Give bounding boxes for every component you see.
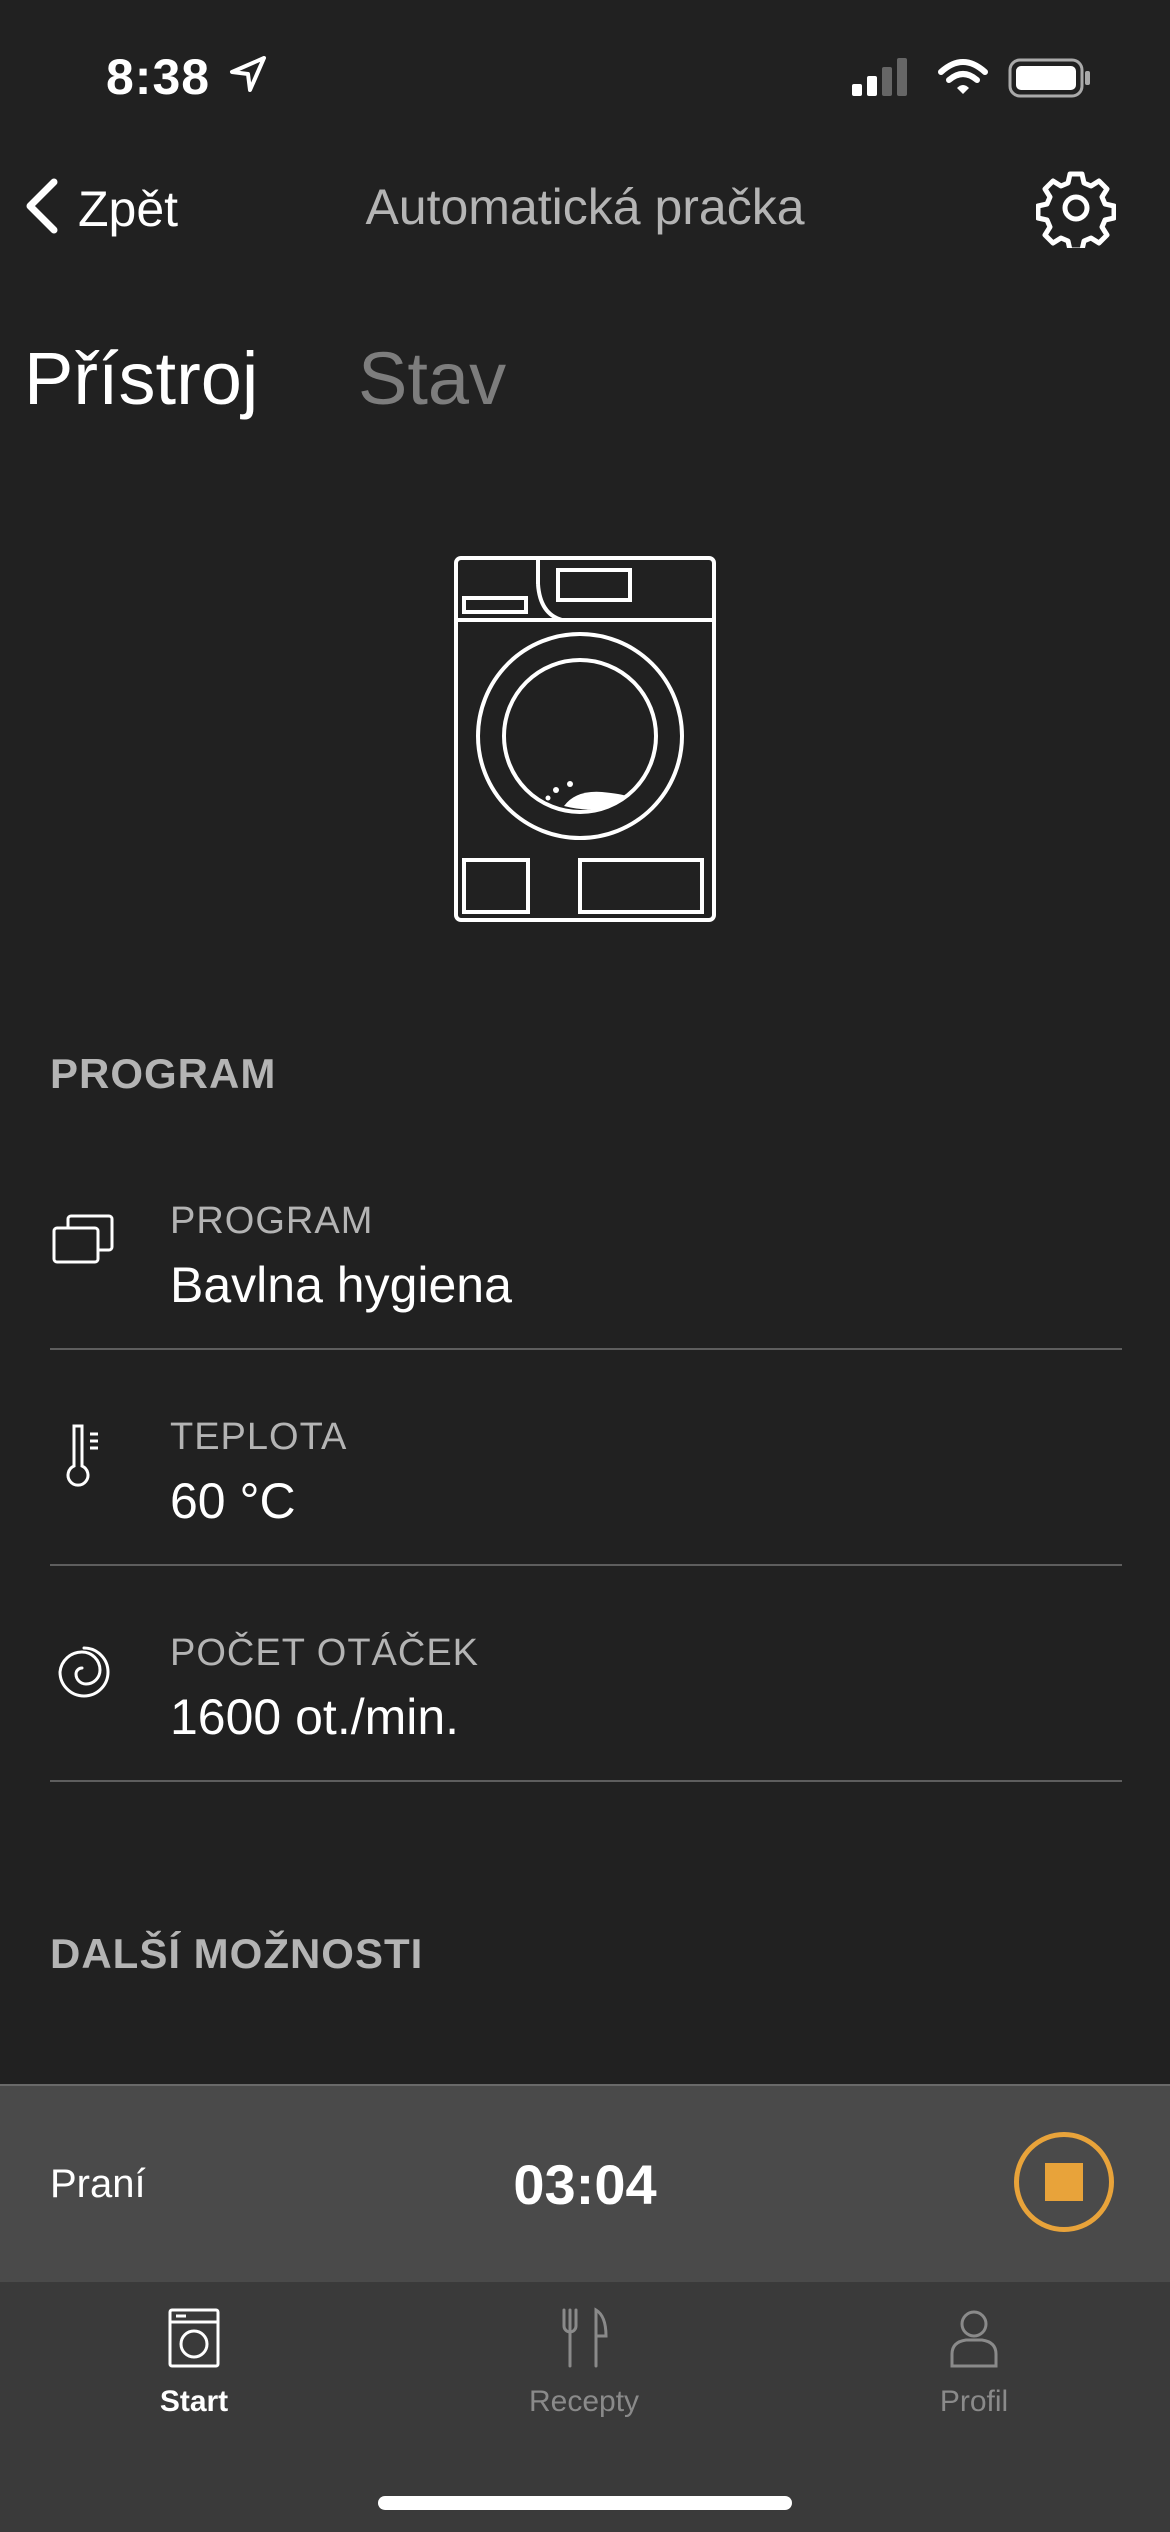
- running-program-bar: Praní 03:04: [0, 2084, 1170, 2284]
- battery-icon: [1008, 58, 1092, 103]
- row-value: 60 °C: [170, 1473, 296, 1529]
- spin-icon: [50, 1636, 120, 1706]
- wifi-icon: [937, 58, 989, 101]
- cutlery-icon: [464, 2306, 704, 2375]
- thermometer-icon: [50, 1420, 120, 1490]
- row-label: TEPLOTA: [170, 1416, 348, 1458]
- location-arrow-icon: [228, 54, 268, 99]
- row-value: 1600 ot./min.: [170, 1689, 460, 1745]
- section-title-program: PROGRAM: [50, 1050, 277, 1097]
- tabbar-label: Profil: [939, 2385, 1009, 2418]
- stop-button[interactable]: [1014, 2132, 1114, 2232]
- program-row[interactable]: PROGRAM Bavlna hygiena: [50, 1134, 1122, 1350]
- remaining-time: 03:04: [513, 2153, 657, 2216]
- bottom-tab-bar: Start Recepty Profil: [0, 2282, 1170, 2532]
- stop-icon: [1045, 2163, 1083, 2201]
- washer-icon: [74, 2306, 314, 2375]
- temperature-row[interactable]: TEPLOTA 60 °C: [50, 1350, 1122, 1566]
- spin-speed-row[interactable]: POČET OTÁČEK 1600 ot./min.: [50, 1566, 1122, 1782]
- tabbar-item-recepty[interactable]: Recepty: [464, 2306, 704, 2419]
- tab-stav[interactable]: Stav: [358, 336, 506, 421]
- page-title: Automatická pračka: [365, 179, 805, 235]
- layers-icon: [50, 1204, 120, 1274]
- divider: [50, 1780, 1122, 1782]
- row-label: POČET OTÁČEK: [170, 1632, 480, 1674]
- washing-machine-illustration: [452, 554, 718, 929]
- section-title-more-options: DALŠÍ MOŽNOSTI: [50, 1930, 424, 1977]
- status-time: 8:38: [106, 49, 211, 105]
- home-indicator[interactable]: [378, 2496, 792, 2510]
- tab-pristroj[interactable]: Přístroj: [24, 336, 258, 421]
- tabbar-label: Recepty: [528, 2385, 640, 2418]
- tabbar-item-start[interactable]: Start: [74, 2306, 314, 2419]
- tabbar-label: Start: [159, 2385, 229, 2418]
- tabbar-item-profil[interactable]: Profil: [854, 2306, 1094, 2419]
- profile-icon: [854, 2306, 1094, 2375]
- settings-gear-icon[interactable]: [1035, 168, 1117, 253]
- row-value: Bavlna hygiena: [170, 1257, 512, 1313]
- row-label: PROGRAM: [170, 1200, 374, 1242]
- cellular-signal-icon: [852, 58, 912, 101]
